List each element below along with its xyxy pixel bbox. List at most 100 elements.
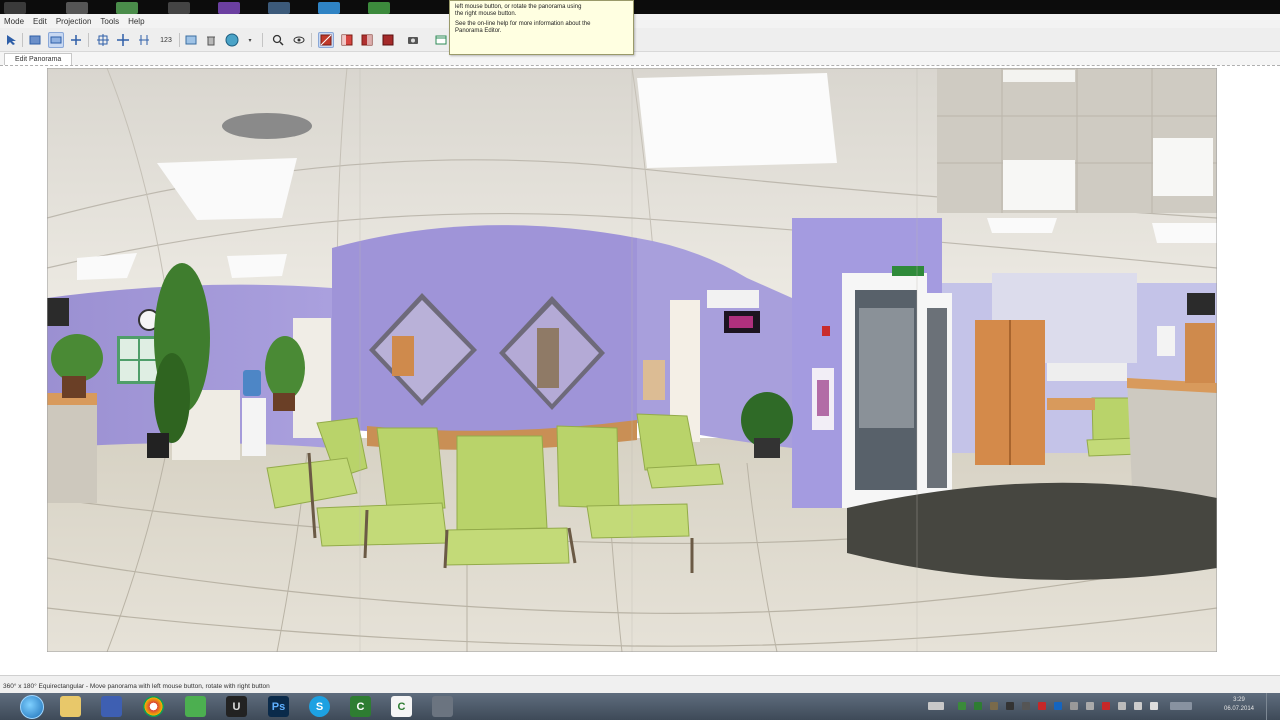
tray-icon[interactable] [1118,702,1126,710]
network-icon[interactable] [1134,702,1142,710]
eye-icon [293,36,305,44]
background-window-strip [0,0,1280,14]
tooltip-line: Panorama Editor. [455,28,502,34]
globe-icon [225,33,239,47]
camtasia-icon[interactable]: C [350,696,371,717]
trash-icon [207,36,215,46]
mask-clear-button[interactable] [380,32,396,48]
image-tool-button-2[interactable] [183,32,199,48]
window-icon [116,2,138,14]
clock[interactable]: 3:29 06.07.2014 [1222,696,1256,714]
toolbar-separator [22,33,23,47]
crop-tool-button[interactable] [95,32,111,48]
picture-icon [185,35,197,45]
window-icon [168,2,190,14]
volume-icon[interactable] [1150,702,1158,710]
window-icon [435,35,447,45]
panorama-photo [47,68,1217,652]
status-bar: 360° x 180° Equirectangular - Move panor… [0,675,1280,693]
window-icon [66,2,88,14]
crop-icon [97,34,109,46]
tooltip-text: left mouse button, or rotate the panoram… [455,4,628,18]
menu-projection[interactable]: Projection [56,17,92,26]
select-tool-button[interactable] [3,32,19,48]
media-icon[interactable] [185,696,206,717]
start-button[interactable] [20,695,44,719]
keyboard-icon[interactable] [928,702,944,710]
status-text: 360° x 180° Equirectangular - Move panor… [3,683,270,690]
app-icon[interactable] [432,696,453,717]
image-tool-button[interactable] [27,32,43,48]
tray-icon[interactable] [1070,702,1078,710]
explorer-icon[interactable] [60,696,81,717]
tab-row: Edit Panorama [0,52,1280,65]
tray-icon[interactable] [1022,702,1030,710]
move-tool-button[interactable] [68,32,84,48]
tooltip-text: See the on-line help for more informatio… [455,21,628,35]
window-icon [318,2,340,14]
tray-icon[interactable] [974,702,982,710]
toolbar: 123 ▾ [0,28,1280,52]
snapshot-button[interactable] [405,32,421,48]
crosshair-icon [117,34,129,46]
layout-button[interactable] [433,32,449,48]
tooltip-line: the right mouse button. [455,11,517,17]
zoom-button[interactable] [270,32,286,48]
tooltip-line: See the on-line help for more informatio… [455,21,591,27]
window-icon [4,2,26,14]
photoshop-icon[interactable]: Ps [268,696,289,717]
menu-edit[interactable]: Edit [33,17,47,26]
tray-icon[interactable] [1086,702,1094,710]
mask-remove-icon [361,34,373,46]
show-desktop-button[interactable] [1266,693,1280,720]
help-tooltip: left mouse button, or rotate the panoram… [449,0,634,55]
panorama-canvas[interactable] [0,65,1280,675]
camtasia-recorder-icon[interactable]: C [391,696,412,717]
mask-tool-button[interactable] [318,32,334,48]
window-icon [368,2,390,14]
counter-label: 123 [160,36,172,44]
panorama-image[interactable] [47,68,1217,652]
panorama-icon [50,36,62,44]
window-icon [218,2,240,14]
tab-edit-panorama[interactable]: Edit Panorama [4,53,73,65]
menu-help[interactable]: Help [128,17,144,26]
mask-remove-button[interactable] [359,32,375,48]
chrome-icon[interactable] [143,696,164,717]
mask-add-button[interactable] [339,32,355,48]
unity-icon[interactable]: U [226,696,247,717]
tray-icon[interactable] [1102,702,1110,710]
taskbar: U Ps S C C 3:29 06.07.2014 [0,693,1280,720]
tray-icon[interactable] [990,702,998,710]
chevron-down-icon: ▾ [248,37,252,44]
straighten-tool-button[interactable] [136,32,152,48]
vertical-lines-icon [139,35,149,45]
tray-icon[interactable] [958,702,966,710]
dropdown-button[interactable]: ▾ [245,32,255,48]
number-tool-button[interactable]: 123 [156,32,176,48]
preview-button[interactable] [291,32,307,48]
clock-date: 06.07.2014 [1223,706,1255,712]
mask-icon [320,34,332,46]
globe-button[interactable] [224,32,240,48]
menu-mode[interactable]: Mode [4,17,24,26]
magnifier-icon [272,34,284,46]
pano-tool-button[interactable] [48,32,64,48]
mask-clear-icon [382,34,394,46]
image-icon [29,35,41,45]
mask-add-icon [341,34,353,46]
menu-bar: Mode Edit Projection Tools Help [0,14,1280,28]
delete-button[interactable] [203,32,219,48]
tooltip-line: left mouse button, or rotate the panoram… [455,4,582,10]
save-icon[interactable] [101,696,122,717]
window-icon [268,2,290,14]
language-indicator[interactable] [1170,702,1192,710]
skype-icon[interactable]: S [309,696,330,717]
tray-icon[interactable] [1006,702,1014,710]
toolbar-separator [262,33,263,47]
tray-icon[interactable] [1038,702,1046,710]
menu-tools[interactable]: Tools [100,17,119,26]
toolbar-separator [88,33,89,47]
center-tool-button[interactable] [115,32,131,48]
tray-icon[interactable] [1054,702,1062,710]
